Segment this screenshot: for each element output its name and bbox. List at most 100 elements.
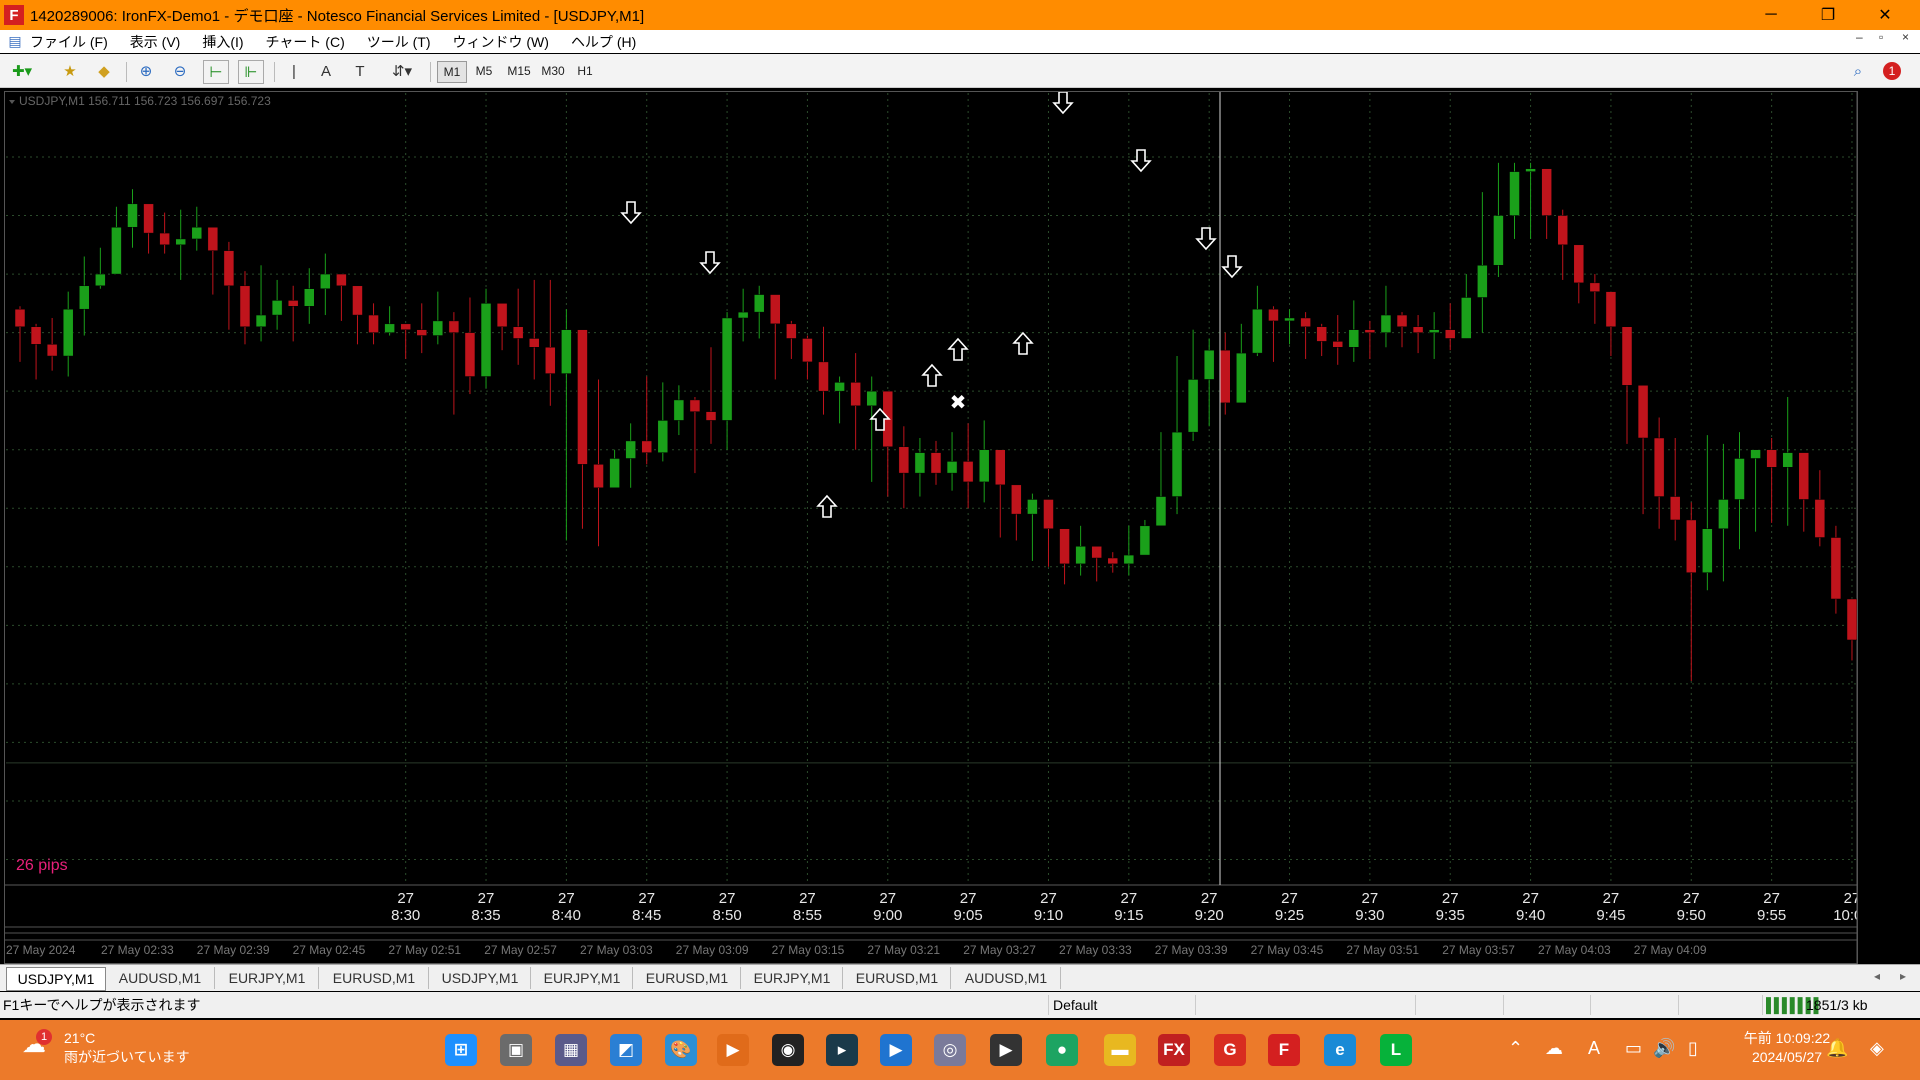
chevron-up-icon[interactable]: ⌃: [1508, 1038, 1523, 1059]
player-icon[interactable]: ▶: [990, 1034, 1022, 1066]
tab-eurusd-m1-2[interactable]: EURUSD,M1: [634, 967, 741, 989]
clock[interactable]: 午前 10:09:22 2024/05/27: [1742, 1029, 1832, 1067]
menu-view[interactable]: 表示 (V): [130, 32, 181, 52]
pips-label: 26 pips: [16, 857, 68, 874]
tab-eurusd-m1-3[interactable]: EURUSD,M1: [844, 967, 951, 989]
menu-file[interactable]: ファイル (F): [30, 32, 108, 52]
fx-app-icon[interactable]: FX: [1158, 1034, 1190, 1066]
buy-arrow-icon[interactable]: [1012, 331, 1034, 355]
battery-icon[interactable]: ▯: [1688, 1038, 1698, 1059]
tab-audusd-m1[interactable]: AUDUSD,M1: [106, 967, 215, 989]
tab-scroll-right-icon[interactable]: ▸: [1900, 969, 1906, 983]
broker-time-label: 27 May 02:33: [101, 943, 174, 957]
g-app-icon[interactable]: G: [1214, 1034, 1246, 1066]
copilot-icon[interactable]: ◈: [1870, 1038, 1884, 1059]
onedrive-icon[interactable]: ☁: [1545, 1038, 1563, 1059]
x-tick-time: 9:45: [1596, 907, 1625, 924]
menu-window[interactable]: ウィンドウ (W): [453, 32, 549, 52]
file-explorer-icon[interactable]: ▬: [1104, 1034, 1136, 1066]
buy-arrow-icon[interactable]: [947, 337, 969, 361]
document-icon[interactable]: ▤: [0, 33, 30, 50]
task-view-icon[interactable]: ▣: [500, 1034, 532, 1066]
obs-icon[interactable]: ◉: [772, 1034, 804, 1066]
timeframe-m15[interactable]: M15: [503, 61, 535, 81]
search-icon[interactable]: ⌕: [1846, 60, 1870, 82]
media-player-icon[interactable]: ▶: [717, 1034, 749, 1066]
disc-icon[interactable]: ◎: [934, 1034, 966, 1066]
weather-widget[interactable]: ☁ 1 21°C 雨が近づいています: [22, 1029, 190, 1067]
candle-bear: [1059, 528, 1070, 565]
tab-usdjpy-m1[interactable]: USDJPY,M1: [6, 967, 106, 991]
candle-bull: [673, 399, 685, 421]
tab-eurjpy-m1-2[interactable]: EURJPY,M1: [532, 967, 633, 989]
timeframe-m5[interactable]: M5: [470, 61, 498, 81]
bell-icon[interactable]: 🔔: [1826, 1038, 1848, 1059]
broker-time-label: 27 May 03:45: [1251, 943, 1324, 957]
start-icon[interactable]: ⊞: [445, 1034, 477, 1066]
restore-button[interactable]: ❐: [1800, 0, 1856, 30]
volume-icon[interactable]: 🔊: [1653, 1038, 1675, 1059]
tab-scroll-left-icon[interactable]: ◂: [1874, 969, 1880, 983]
tab-usdjpy-m1-2[interactable]: USDJPY,M1: [430, 967, 531, 989]
buy-arrow-icon[interactable]: [816, 494, 838, 518]
candle-bull: [721, 317, 733, 421]
mdi-restore-button[interactable]: ▫: [1879, 30, 1883, 44]
candle-bear: [1686, 519, 1697, 573]
sell-arrow-icon[interactable]: [1052, 92, 1074, 115]
buy-arrow-icon[interactable]: [921, 363, 943, 387]
zoom-out-icon[interactable]: ⊖: [168, 60, 192, 82]
x-tick-time: 10:00: [1833, 907, 1857, 924]
x-tick-time: 9:25: [1275, 907, 1304, 924]
menu-tools[interactable]: ツール (T): [367, 32, 431, 52]
menu-chart[interactable]: チャート (C): [266, 32, 345, 52]
photos-icon[interactable]: ◩: [610, 1034, 642, 1066]
arrows-icon[interactable]: ⇵▾: [384, 60, 420, 82]
mdi-minimize-button[interactable]: –: [1856, 30, 1863, 44]
new-chart-icon[interactable]: ✚▾: [10, 60, 34, 82]
mdi-close-button[interactable]: ×: [1902, 30, 1909, 44]
candle-bear: [1605, 291, 1617, 328]
terminal-icon[interactable]: ▸: [826, 1034, 858, 1066]
price-chart[interactable]: 156.930156.910156.890156.870156.850156.8…: [5, 92, 1857, 963]
vertical-line-icon[interactable]: |: [282, 60, 306, 82]
timeframe-m30[interactable]: M30: [537, 61, 569, 81]
broker-time-label: 27 May 2024: [6, 943, 76, 957]
notifications-icon[interactable]: 1: [1880, 60, 1904, 82]
menu-help[interactable]: ヘルプ (H): [571, 32, 636, 52]
profiles-icon[interactable]: ★: [58, 60, 82, 82]
line-icon[interactable]: L: [1380, 1034, 1412, 1066]
zoom-in-icon[interactable]: ⊕: [134, 60, 158, 82]
candle-bull: [175, 238, 186, 246]
calculator-icon[interactable]: ▦: [555, 1034, 587, 1066]
edge-icon[interactable]: e: [1324, 1034, 1356, 1066]
ime-icon[interactable]: A: [1588, 1038, 1600, 1059]
navigator-icon[interactable]: ◆: [92, 60, 116, 82]
chart-window[interactable]: 156.930156.910156.890156.870156.850156.8…: [4, 91, 1858, 964]
broker-time-label: 27 May 03:15: [772, 943, 845, 957]
chrome-icon[interactable]: ●: [1046, 1034, 1078, 1066]
sell-arrow-icon[interactable]: [1130, 149, 1152, 173]
text-icon[interactable]: A: [314, 60, 338, 82]
paint-icon[interactable]: 🎨: [665, 1034, 697, 1066]
timeframe-m1[interactable]: M1: [437, 61, 467, 83]
tab-eurjpy-m1-3[interactable]: EURJPY,M1: [742, 967, 843, 989]
timeframe-h1[interactable]: H1: [571, 61, 599, 81]
sell-arrow-icon[interactable]: [620, 201, 642, 225]
tab-audusd-m1-2[interactable]: AUDUSD,M1: [952, 967, 1061, 989]
ironfx-terminal-icon[interactable]: F: [1268, 1034, 1300, 1066]
tab-eurusd-m1[interactable]: EURUSD,M1: [320, 967, 429, 989]
minimize-button[interactable]: ─: [1743, 0, 1799, 30]
close-button[interactable]: ✕: [1857, 0, 1913, 30]
sell-arrow-icon[interactable]: [699, 251, 721, 275]
candle-bear: [1364, 329, 1376, 333]
text-label-icon[interactable]: T: [348, 60, 372, 82]
network-icon[interactable]: ▭: [1625, 1038, 1642, 1059]
pdf-viewer-icon[interactable]: ▶: [880, 1034, 912, 1066]
autoscroll-icon[interactable]: ⊩: [238, 60, 264, 84]
candle-bear: [512, 326, 524, 339]
tab-eurjpy-m1[interactable]: EURJPY,M1: [216, 967, 319, 989]
menu-insert[interactable]: 挿入(I): [202, 32, 243, 52]
sell-arrow-icon[interactable]: [1195, 227, 1217, 251]
chart-shift-icon[interactable]: ⊢: [203, 60, 229, 84]
broker-time-label: 27 May 02:45: [293, 943, 366, 957]
